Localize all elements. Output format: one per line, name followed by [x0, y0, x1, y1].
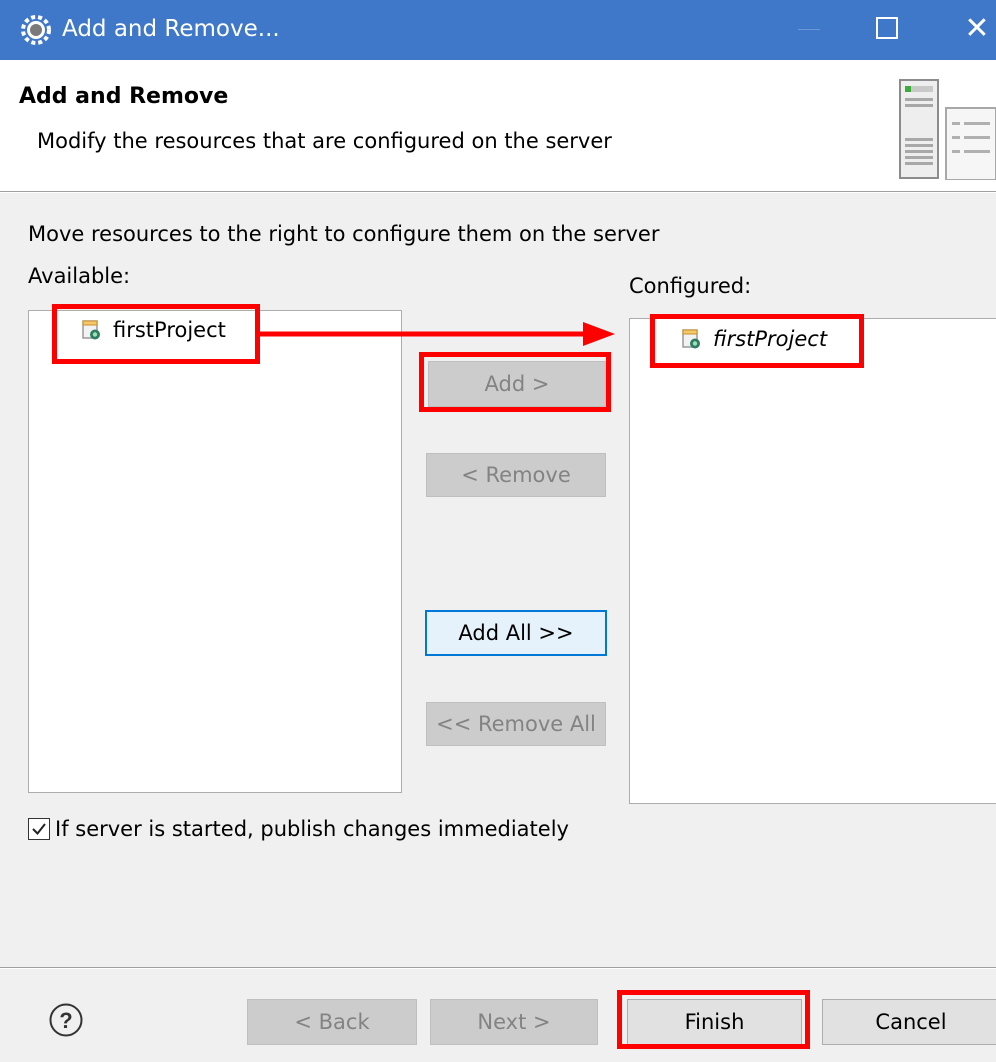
page-description: Modify the resources that are configured…	[37, 129, 612, 153]
next-button[interactable]: Next >	[430, 999, 598, 1045]
publish-checkbox-label[interactable]: If server is started, publish changes im…	[55, 817, 569, 841]
header-divider-highlight	[0, 192, 996, 193]
cancel-button[interactable]: Cancel	[822, 999, 996, 1045]
svg-text:?: ?	[59, 1008, 72, 1033]
highlight-configured-item	[650, 314, 864, 368]
highlight-available-item	[52, 304, 260, 364]
available-list[interactable]	[28, 310, 402, 793]
configured-list[interactable]	[629, 318, 996, 804]
server-gear-icon[interactable]	[20, 14, 52, 46]
dialog-header	[0, 60, 996, 191]
available-label: Available:	[28, 264, 131, 288]
highlight-finish-button	[617, 990, 810, 1049]
checkmark-icon	[32, 823, 46, 836]
window-title: Add and Remove...	[62, 16, 280, 42]
help-icon[interactable]: ?	[48, 1002, 84, 1038]
minimize-button[interactable]	[798, 29, 820, 30]
page-title: Add and Remove	[19, 84, 229, 109]
instruction-text: Move resources to the right to configure…	[28, 222, 660, 246]
back-button[interactable]: < Back	[247, 999, 417, 1045]
highlight-add-button	[419, 352, 611, 412]
close-button[interactable]: ✕	[957, 7, 996, 51]
footer-divider-highlight	[0, 968, 996, 969]
remove-button[interactable]: < Remove	[426, 453, 606, 497]
server-icon	[890, 78, 996, 180]
add-all-button[interactable]: Add All >>	[425, 610, 607, 656]
configured-label: Configured:	[629, 274, 752, 298]
publish-checkbox[interactable]	[28, 818, 50, 840]
maximize-button[interactable]	[876, 17, 898, 39]
annotation-arrow-icon	[255, 322, 615, 346]
remove-all-button[interactable]: << Remove All	[426, 702, 606, 746]
